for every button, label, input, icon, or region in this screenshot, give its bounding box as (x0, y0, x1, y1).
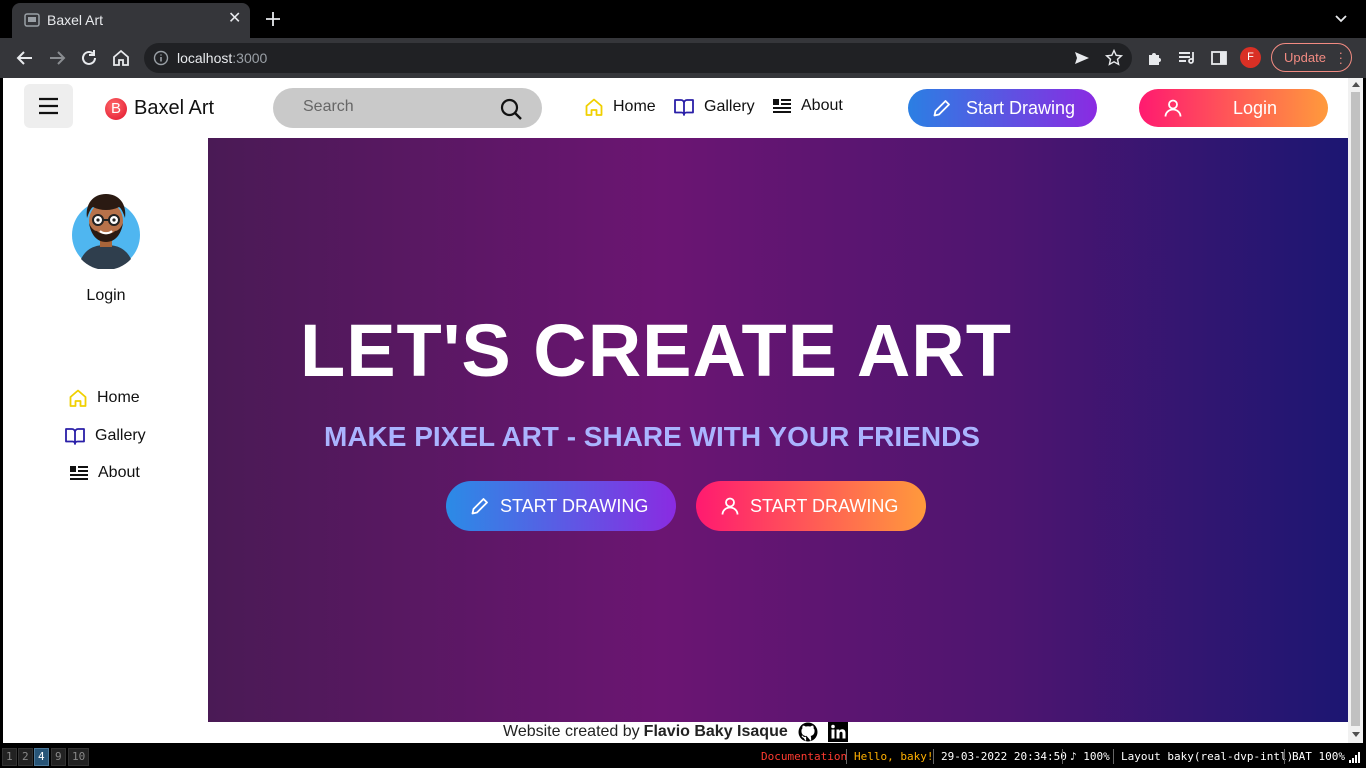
user-icon (1164, 99, 1182, 117)
media-queue-icon[interactable] (1176, 47, 1198, 69)
tab-title: Baxel Art (47, 12, 104, 28)
nav-link-about[interactable]: About (772, 97, 843, 115)
nav-link-gallery[interactable]: Gallery (673, 97, 755, 117)
about-icon (70, 466, 88, 480)
sidebar-item-label: About (98, 464, 140, 481)
nav-link-label: Gallery (704, 98, 755, 115)
workspace-4[interactable]: 4 (34, 748, 49, 766)
workspace-10[interactable]: 10 (68, 748, 90, 766)
nav-link-label: Home (613, 98, 656, 115)
update-button[interactable]: Update · · · (1271, 43, 1352, 72)
user-icon (721, 497, 739, 515)
status-battery: BAT 100% (1292, 750, 1345, 763)
status-keyboard-layout: Layout baky(real-dvp-intl) (1121, 750, 1294, 763)
footer-prefix: Website created by (503, 723, 640, 740)
browser-tab-strip: Baxel Art ✕ (0, 0, 1366, 38)
status-datetime: 29-03-2022 20:34:50 (941, 750, 1067, 763)
brand-name: Baxel Art (134, 97, 215, 119)
brand-logo-icon: B (105, 97, 127, 120)
hamburger-icon (39, 97, 58, 115)
home-icon (585, 98, 603, 116)
extensions-puzzle-icon[interactable] (1144, 47, 1166, 69)
status-separator (1062, 749, 1063, 764)
about-icon (773, 99, 791, 113)
favicon-icon (24, 13, 40, 27)
back-arrow-icon[interactable] (14, 47, 36, 69)
footer: Website created by Flavio Baky Isaque (503, 722, 848, 742)
brand[interactable]: B Baxel Art (105, 97, 214, 120)
hero-button-label: START DRAWING (750, 495, 899, 516)
tab-close-icon[interactable]: ✕ (228, 10, 241, 28)
page-scrollbar[interactable] (1348, 78, 1363, 743)
book-icon (65, 428, 85, 445)
sidebar-item-about[interactable]: About (69, 464, 140, 482)
url-port: :3000 (232, 50, 268, 66)
sidebar-item-gallery[interactable]: Gallery (64, 426, 146, 446)
profile-avatar[interactable]: F (1240, 47, 1261, 68)
status-separator (1113, 749, 1114, 764)
address-bar[interactable]: localhost:3000 (144, 43, 1132, 73)
search-input[interactable] (303, 98, 483, 116)
sidebar-item-home[interactable]: Home (68, 388, 140, 408)
workspace-2[interactable]: 2 (18, 748, 33, 766)
scrollbar-thumb[interactable] (1351, 92, 1360, 726)
tab-search-chevron-icon[interactable] (1332, 10, 1350, 28)
status-separator (1284, 749, 1285, 764)
system-status-bar: 1 2 4 9 10 Documentation Hello, baky! 29… (0, 746, 1366, 768)
url-text: localhost:3000 (177, 50, 267, 66)
site-info-icon[interactable] (153, 50, 169, 66)
login-button[interactable]: Login (1139, 89, 1328, 127)
bookmark-star-icon[interactable] (1104, 48, 1124, 68)
home-icon (69, 389, 87, 407)
hamburger-menu-button[interactable] (24, 84, 73, 128)
sidebar-login-link[interactable]: Login (72, 287, 140, 305)
search-box[interactable] (273, 88, 542, 128)
user-avatar[interactable] (72, 188, 140, 269)
linkedin-icon[interactable] (827, 722, 848, 742)
status-separator (933, 749, 934, 764)
status-volume: ♪ 100% (1070, 750, 1110, 763)
github-icon[interactable] (798, 722, 818, 742)
hero-login-button[interactable]: START DRAWING (696, 481, 926, 531)
hero-banner: LET'S CREATE ART MAKE PIXEL ART - SHARE … (208, 138, 1348, 722)
pencil-icon (933, 100, 950, 117)
hero-title: LET'S CREATE ART (300, 309, 1012, 392)
workspace-1[interactable]: 1 (2, 748, 17, 766)
more-menu-icon[interactable]: · · · (1339, 46, 1343, 69)
start-drawing-label: Start Drawing (966, 97, 1076, 118)
scroll-up-arrow-icon[interactable] (1352, 82, 1360, 87)
sidebar-item-label: Gallery (95, 427, 146, 444)
start-drawing-button[interactable]: Start Drawing (908, 89, 1097, 127)
url-host: localhost (177, 50, 233, 66)
new-tab-icon[interactable] (262, 8, 284, 30)
send-icon[interactable] (1072, 48, 1092, 68)
scroll-down-arrow-icon[interactable] (1352, 732, 1360, 737)
nav-link-label: About (801, 97, 843, 114)
workspace-9[interactable]: 9 (51, 748, 66, 766)
side-panel-icon[interactable] (1208, 47, 1230, 69)
search-icon[interactable] (499, 97, 523, 121)
login-label: Login (1233, 97, 1278, 118)
hero-subtitle: MAKE PIXEL ART - SHARE WITH YOUR FRIENDS (324, 421, 980, 452)
book-icon (674, 99, 694, 116)
pencil-icon (471, 498, 488, 515)
footer-author: Flavio Baky Isaque (643, 723, 788, 740)
update-label: Update (1284, 50, 1326, 65)
reload-icon[interactable] (78, 47, 100, 69)
page-viewport: B Baxel Art Home Gallery (3, 78, 1348, 743)
browser-toolbar: localhost:3000 F Update · · · (0, 38, 1366, 78)
desktop-screen: Baxel Art ✕ localhost:3000 F Update · · … (0, 0, 1366, 768)
status-documentation: Documentation (761, 750, 848, 763)
hero-start-drawing-button[interactable]: START DRAWING (446, 481, 676, 531)
status-separator (846, 749, 847, 764)
hero-button-label: START DRAWING (500, 495, 649, 516)
forward-arrow-icon[interactable] (46, 47, 68, 69)
wifi-signal-icon (1349, 752, 1360, 763)
nav-link-home[interactable]: Home (584, 97, 656, 117)
status-greeting: Hello, baky! (854, 750, 934, 763)
browser-tab[interactable]: Baxel Art ✕ (12, 3, 250, 38)
sidebar-item-label: Home (97, 389, 140, 406)
home-browser-icon[interactable] (110, 47, 132, 69)
